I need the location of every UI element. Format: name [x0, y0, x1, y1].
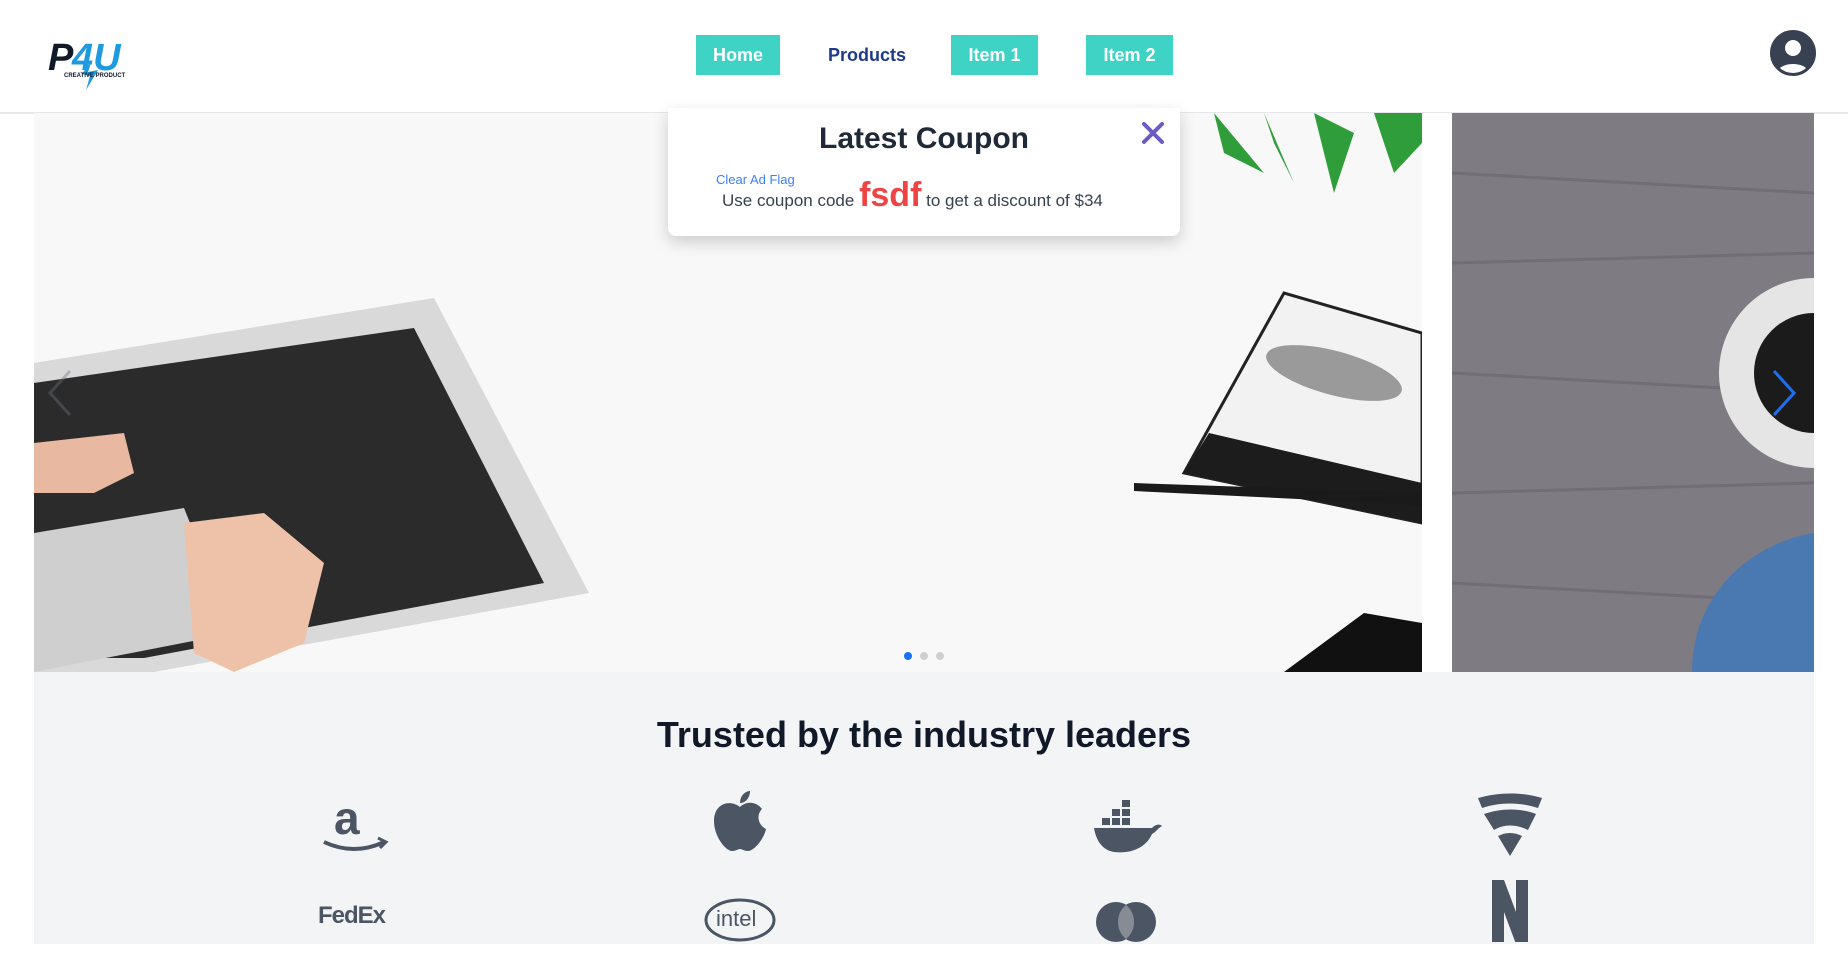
- carousel-dot-1[interactable]: [904, 652, 912, 660]
- trusted-title: Trusted by the industry leaders: [656, 714, 1192, 755]
- mastercard-icon: [1096, 902, 1156, 942]
- nav-products-link[interactable]: Products: [828, 35, 906, 75]
- amazon-icon: a: [323, 792, 389, 851]
- coupon-text-after: to get a discount of $34: [926, 191, 1103, 210]
- user-avatar[interactable]: [1770, 30, 1816, 76]
- carousel-slide-2: [1451, 113, 1814, 672]
- nav-item1-button[interactable]: Item 1: [951, 35, 1038, 75]
- docker-icon: [1094, 800, 1162, 853]
- nav-item2-button[interactable]: Item 2: [1086, 35, 1173, 75]
- coupon-title: Latest Coupon: [819, 122, 1029, 155]
- nav-home-button[interactable]: Home: [696, 35, 780, 75]
- slide-gap: [1422, 113, 1452, 672]
- carousel-prev-arrow[interactable]: [40, 363, 80, 423]
- intel-label: intel: [716, 906, 756, 931]
- fedex-label: FedEx: [318, 902, 387, 929]
- trusted-section: Trusted by the industry leaders a FedEx: [34, 672, 1814, 944]
- wood-coffee-image: [1451, 113, 1814, 672]
- close-icon[interactable]: [1136, 116, 1170, 150]
- intel-icon: intel: [704, 898, 776, 942]
- svg-text:a: a: [334, 792, 360, 844]
- carousel-dot-2[interactable]: [920, 652, 928, 660]
- user-icon: [1777, 40, 1809, 73]
- site-header: P 4U CREATIVE PRODUCT Home Products Item…: [0, 0, 1848, 114]
- main-nav: Home Products Item 1 Item 2: [0, 35, 1848, 75]
- coupon-text-before: Use coupon code: [722, 191, 855, 210]
- coupon-code: fsdf: [859, 176, 922, 214]
- carousel-next-arrow[interactable]: [1764, 363, 1804, 423]
- apple-icon: [714, 791, 766, 851]
- fsecure-icon: [1478, 793, 1542, 856]
- coupon-popup: Latest Coupon Clear Ad Flag Use coupon c…: [668, 108, 1180, 236]
- fedex-icon: FedEx: [318, 902, 388, 929]
- carousel-dot-3[interactable]: [936, 652, 944, 660]
- netflix-icon: [1492, 880, 1528, 942]
- coupon-message: Use coupon code fsdf to get a discount o…: [722, 176, 1103, 215]
